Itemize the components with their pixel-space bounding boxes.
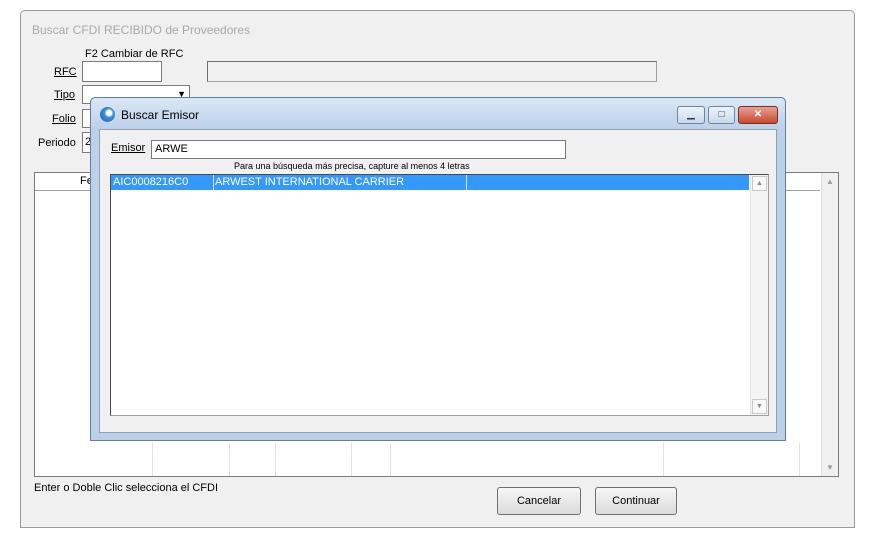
dialog-titlebar[interactable]: Buscar Emisor ▁ □ ✕ — [91, 98, 785, 128]
scroll-up-icon[interactable]: ▲ — [823, 174, 837, 189]
grid-column-divider — [799, 443, 800, 476]
emisor-label-text: Emisor — [111, 142, 146, 154]
grid-column-divider — [229, 443, 230, 476]
grid-column-divider — [351, 443, 352, 476]
cell-divider — [213, 175, 214, 190]
emisor-results-list[interactable]: AIC0008216C0 ARWEST INTERNATIONAL CARRIE… — [110, 174, 769, 416]
grid-scrollbar[interactable]: ▲ ▼ — [821, 173, 838, 476]
folio-label: Folio — [52, 113, 76, 125]
tipo-label-text: Tipo — [54, 89, 75, 101]
continue-button[interactable]: Continuar — [595, 487, 677, 515]
grid-column-divider — [152, 443, 153, 476]
f2-hint: F2 Cambiar de RFC — [85, 48, 184, 60]
close-button[interactable]: ✕ — [738, 106, 778, 124]
scroll-down-icon[interactable]: ▼ — [823, 460, 837, 475]
grid-column-divider — [663, 443, 664, 476]
minimize-button[interactable]: ▁ — [677, 106, 705, 124]
maximize-button[interactable]: □ — [708, 106, 735, 124]
cell-divider — [466, 175, 467, 190]
cancel-button[interactable]: Cancelar — [497, 487, 581, 515]
result-rfc: AIC0008216C0 — [113, 176, 189, 188]
rfc-label: RFC — [54, 66, 77, 78]
periodo-label: Periodo — [38, 137, 76, 149]
list-scrollbar[interactable]: ▲ ▼ — [750, 175, 768, 415]
app-logo-icon — [100, 107, 115, 122]
main-window-title: Buscar CFDI RECIBIDO de Proveedores — [32, 23, 251, 37]
dialog-title: Buscar Emisor — [121, 108, 200, 122]
folio-label-text: Folio — [52, 113, 76, 125]
buscar-emisor-dialog: Buscar Emisor ▁ □ ✕ Emisor ARWE Para una… — [90, 97, 786, 441]
dialog-body: Emisor ARWE Para una búsqueda más precis… — [99, 129, 777, 433]
list-item[interactable]: AIC0008216C0 ARWEST INTERNATIONAL CARRIE… — [111, 175, 749, 190]
search-hint: Para una búsqueda más precisa, capture a… — [234, 161, 470, 171]
tipo-label: Tipo — [54, 89, 75, 101]
rfc-label-text: RFC — [54, 66, 77, 78]
periodo-label-text: Periodo — [38, 137, 76, 149]
rfc-name-field — [207, 61, 657, 82]
status-text: Enter o Doble Clic selecciona el CFDI — [34, 482, 219, 494]
scroll-down-icon[interactable]: ▼ — [752, 399, 767, 414]
grid-column-divider — [275, 443, 276, 476]
rfc-input[interactable] — [82, 61, 162, 82]
scroll-up-icon[interactable]: ▲ — [752, 176, 767, 191]
result-name: ARWEST INTERNATIONAL CARRIER — [215, 176, 405, 188]
emisor-search-input[interactable]: ARWE — [151, 140, 566, 159]
emisor-label: Emisor — [111, 142, 145, 154]
grid-column-divider — [390, 443, 391, 476]
